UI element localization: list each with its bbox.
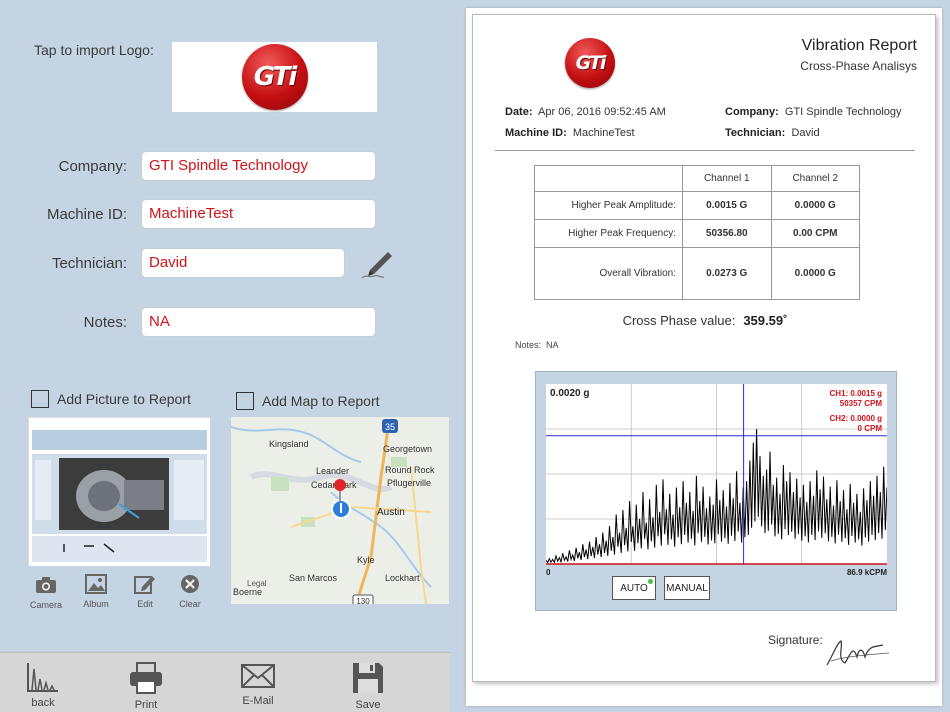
- table-row: Higher Peak Amplitude: 0.0015 G 0.0000 G: [534, 191, 860, 220]
- x-min-label: 0: [546, 568, 551, 577]
- report-gti-logo: GTi: [565, 38, 615, 88]
- map-label-kingsland: Kingsland: [269, 439, 309, 449]
- technician-field[interactable]: David: [142, 249, 344, 277]
- ch2-amplitude-label: CH2: 0.0000 g: [830, 414, 883, 423]
- table-row: Overall Vibration: 0.0273 G 0.0000 G: [534, 247, 860, 300]
- print-button[interactable]: Print: [116, 661, 176, 711]
- report-subtitle: Cross-Phase Analisys: [800, 59, 917, 73]
- signature-image: [823, 635, 893, 676]
- add-map-label: Add Map to Report: [262, 393, 380, 409]
- camera-icon: [36, 577, 56, 593]
- manual-button[interactable]: MANUAL: [664, 576, 710, 600]
- map-thumbnail[interactable]: 35 130 Kingsland Georgetown Leander Roun…: [231, 417, 449, 604]
- map-label-pflugerville: Pflugerville: [387, 478, 431, 488]
- floppy-icon: [353, 663, 383, 693]
- table-header-row: Channel 1 Channel 2: [534, 165, 860, 192]
- company-label: Company:: [58, 158, 127, 175]
- report-notes: Notes: NA: [515, 340, 559, 350]
- report-sheet: GTi Vibration Report Cross-Phase Analisy…: [472, 14, 936, 682]
- highway-130-label: 130: [356, 597, 370, 604]
- notes-label: Notes:: [83, 314, 127, 331]
- company-field[interactable]: GTI Spindle Technology: [142, 152, 375, 180]
- spectrum-chart-frame: 0.0020 g CH1: 0.0015 g 50357 CPM CH2: 0.…: [535, 371, 897, 611]
- highway-35-label: 35: [385, 422, 395, 432]
- map-label-kyle: Kyle: [357, 555, 375, 565]
- map-label-austin: Austin: [377, 507, 405, 518]
- edit-icon: [134, 576, 155, 594]
- map-label-san-marcos: San Marcos: [289, 573, 338, 583]
- channel-2-header: Channel 2: [770, 165, 860, 192]
- report-title: Vibration Report: [801, 37, 917, 54]
- back-button[interactable]: back: [13, 661, 73, 709]
- clear-tool[interactable]: Clear: [169, 574, 211, 609]
- y-max-label: 0.0020 g: [550, 388, 589, 399]
- map-label-legal: Legal: [247, 579, 267, 588]
- clear-icon: [181, 575, 199, 593]
- edit-tool[interactable]: Edit: [124, 574, 166, 609]
- bottom-toolbar: back Print E-Mail Save: [0, 652, 450, 712]
- album-tool[interactable]: Album: [75, 574, 117, 609]
- report-company: Company: GTI Spindle Technology: [725, 106, 902, 118]
- ch2-frequency-label: 0 CPM: [858, 424, 883, 433]
- spectrum-chart: 0.0020 g CH1: 0.0015 g 50357 CPM CH2: 0.…: [546, 384, 887, 577]
- gti-logo: GTi: [241, 44, 308, 110]
- add-map-checkbox[interactable]: [236, 392, 254, 410]
- save-button[interactable]: Save: [338, 661, 398, 711]
- map-label-georgetown: Georgetown: [383, 444, 432, 454]
- map-label-boerne: Boerne: [233, 587, 262, 597]
- logo-prompt: Tap to import Logo:: [34, 42, 154, 58]
- add-picture-checkbox[interactable]: [31, 390, 49, 408]
- technician-label: Technician:: [51, 255, 127, 272]
- report-data-table: Channel 1 Channel 2 Higher Peak Amplitud…: [534, 165, 860, 300]
- add-picture-label: Add Picture to Report: [57, 391, 191, 407]
- signature-label: Signature:: [768, 633, 823, 647]
- ch1-amplitude-label: CH1: 0.0015 g: [830, 389, 883, 398]
- album-icon: [85, 574, 107, 594]
- map-label-leander: Leander: [316, 466, 349, 476]
- signature-pen-icon[interactable]: [360, 248, 396, 280]
- table-row: Higher Peak Frequency: 50356.80 0.00 CPM: [534, 219, 860, 248]
- picture-thumbnail[interactable]: [28, 417, 210, 566]
- envelope-icon: [241, 664, 275, 688]
- email-button[interactable]: E-Mail: [228, 661, 288, 707]
- machine-id-field[interactable]: MachineTest: [142, 200, 375, 228]
- printer-icon: [130, 662, 162, 694]
- report-technician: Technician: David: [725, 127, 820, 139]
- report-date: Date: Apr 06, 2016 09:52:45 AM: [505, 106, 666, 118]
- x-max-label: 86.9 kCPM: [847, 568, 887, 577]
- camera-tool[interactable]: Camera: [25, 575, 67, 610]
- cross-phase-value: Cross Phase value: 359.59˚: [622, 313, 788, 328]
- report-divider: [495, 150, 915, 151]
- report-machine-id: Machine ID: MachineTest: [505, 127, 635, 139]
- machine-id-label: Machine ID:: [46, 206, 127, 223]
- notes-field[interactable]: NA: [142, 308, 375, 336]
- auto-indicator-light: [648, 579, 653, 584]
- report-page: GTi Vibration Report Cross-Phase Analisy…: [466, 8, 942, 706]
- map-label-round-rock: Round Rock: [385, 465, 435, 475]
- logo-import-area[interactable]: GTi: [172, 42, 377, 112]
- chart-icon: [27, 663, 58, 692]
- ch1-frequency-label: 50357 CPM: [840, 399, 883, 408]
- channel-1-header: Channel 1: [682, 165, 772, 192]
- map-label-lockhart: Lockhart: [385, 573, 420, 583]
- auto-button[interactable]: AUTO: [612, 576, 656, 600]
